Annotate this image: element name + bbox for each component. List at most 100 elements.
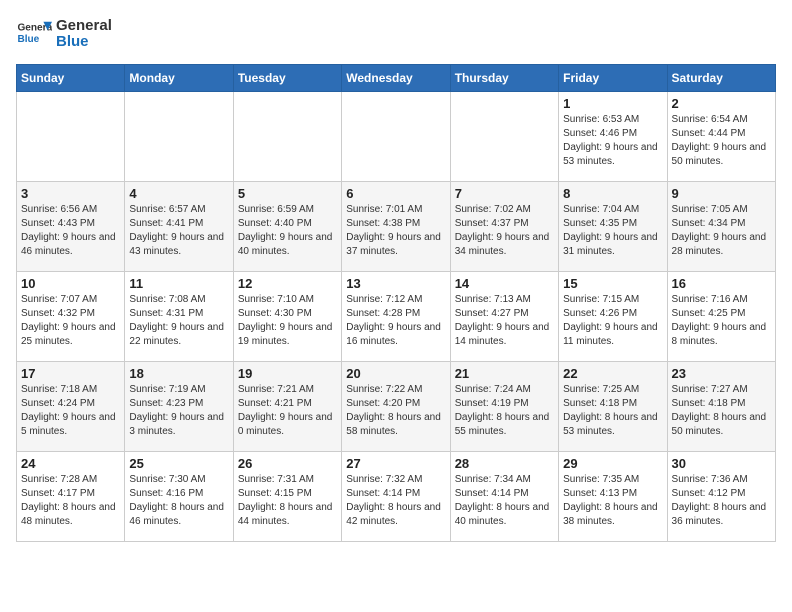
logo-icon: General Blue [16,16,52,52]
svg-text:Blue: Blue [17,34,39,45]
calendar-cell [125,92,233,182]
day-number: 7 [455,186,554,201]
calendar-cell: 15 Sunrise: 7:15 AM Sunset: 4:26 PM Dayli… [559,272,667,362]
calendar-week-row: 24Sunrise: 7:28 AM Sunset: 4:17 PM Dayli… [17,452,776,542]
calendar-cell: 18 Sunrise: 7:19 AM Sunset: 4:23 PM Dayli… [125,362,233,452]
calendar-cell [17,92,125,182]
calendar-cell: 25Sunrise: 7:30 AM Sunset: 4:16 PM Dayli… [125,452,233,542]
day-number: 1 [563,96,662,111]
calendar-cell: 23 Sunrise: 7:27 AM Sunset: 4:18 PM Dayli… [667,362,775,452]
calendar-cell: 9 Sunrise: 7:05 AM Sunset: 4:34 PM Daylig… [667,182,775,272]
weekday-header-saturday: Saturday [667,65,775,92]
calendar-cell: 12 Sunrise: 7:10 AM Sunset: 4:30 PM Dayli… [233,272,341,362]
day-number: 8 [563,186,662,201]
day-number: 15 [563,276,662,291]
day-info: Sunrise: 7:02 AM Sunset: 4:37 PM Dayligh… [455,203,554,259]
day-number: 4 [129,186,228,201]
day-info: Sunrise: 7:31 AM Sunset: 4:15 PM Dayligh… [238,473,337,529]
day-number: 29 [563,456,662,471]
day-number: 24 [21,456,120,471]
day-info: Sunrise: 7:05 AM Sunset: 4:34 PM Dayligh… [672,203,771,259]
calendar-week-row: 10 Sunrise: 7:07 AM Sunset: 4:32 PM Dayli… [17,272,776,362]
day-number: 10 [21,276,120,291]
calendar-cell: 27Sunrise: 7:32 AM Sunset: 4:14 PM Dayli… [342,452,450,542]
day-info: Sunrise: 7:25 AM Sunset: 4:18 PM Dayligh… [563,383,662,439]
day-info: Sunrise: 6:53 AM Sunset: 4:46 PM Dayligh… [563,113,662,169]
calendar-week-row: 17Sunrise: 7:18 AM Sunset: 4:24 PM Dayli… [17,362,776,452]
day-number: 11 [129,276,228,291]
day-number: 21 [455,366,554,381]
calendar-cell: 30 Sunrise: 7:36 AM Sunset: 4:12 PM Dayli… [667,452,775,542]
calendar-cell [233,92,341,182]
calendar-cell: 24Sunrise: 7:28 AM Sunset: 4:17 PM Dayli… [17,452,125,542]
day-info: Sunrise: 7:27 AM Sunset: 4:18 PM Dayligh… [672,383,771,439]
day-info: Sunrise: 7:07 AM Sunset: 4:32 PM Dayligh… [21,293,120,349]
calendar-cell [342,92,450,182]
calendar-cell: 28 Sunrise: 7:34 AM Sunset: 4:14 PM Dayli… [450,452,558,542]
day-number: 23 [672,366,771,381]
day-info: Sunrise: 6:57 AM Sunset: 4:41 PM Dayligh… [129,203,228,259]
day-info: Sunrise: 7:18 AM Sunset: 4:24 PM Dayligh… [21,383,120,439]
day-info: Sunrise: 7:22 AM Sunset: 4:20 PM Dayligh… [346,383,445,439]
calendar-cell: 19 Sunrise: 7:21 AM Sunset: 4:21 PM Dayli… [233,362,341,452]
calendar-cell: 17Sunrise: 7:18 AM Sunset: 4:24 PM Dayli… [17,362,125,452]
day-number: 2 [672,96,771,111]
day-info: Sunrise: 7:15 AM Sunset: 4:26 PM Dayligh… [563,293,662,349]
weekday-header-tuesday: Tuesday [233,65,341,92]
day-info: Sunrise: 7:10 AM Sunset: 4:30 PM Dayligh… [238,293,337,349]
weekday-header-friday: Friday [559,65,667,92]
day-info: Sunrise: 7:13 AM Sunset: 4:27 PM Dayligh… [455,293,554,349]
day-number: 18 [129,366,228,381]
day-info: Sunrise: 7:24 AM Sunset: 4:19 PM Dayligh… [455,383,554,439]
calendar-cell: 7 Sunrise: 7:02 AM Sunset: 4:37 PM Daylig… [450,182,558,272]
day-info: Sunrise: 7:08 AM Sunset: 4:31 PM Dayligh… [129,293,228,349]
calendar-cell: 4 Sunrise: 6:57 AM Sunset: 4:41 PM Daylig… [125,182,233,272]
day-number: 28 [455,456,554,471]
day-info: Sunrise: 7:34 AM Sunset: 4:14 PM Dayligh… [455,473,554,529]
day-number: 12 [238,276,337,291]
calendar-cell [450,92,558,182]
day-info: Sunrise: 7:36 AM Sunset: 4:12 PM Dayligh… [672,473,771,529]
day-number: 20 [346,366,445,381]
day-number: 5 [238,186,337,201]
day-info: Sunrise: 7:04 AM Sunset: 4:35 PM Dayligh… [563,203,662,259]
weekday-header-thursday: Thursday [450,65,558,92]
day-number: 14 [455,276,554,291]
weekday-header-monday: Monday [125,65,233,92]
day-number: 6 [346,186,445,201]
day-number: 22 [563,366,662,381]
day-info: Sunrise: 7:19 AM Sunset: 4:23 PM Dayligh… [129,383,228,439]
calendar-header-row: SundayMondayTuesdayWednesdayThursdayFrid… [17,65,776,92]
day-number: 30 [672,456,771,471]
day-info: Sunrise: 7:21 AM Sunset: 4:21 PM Dayligh… [238,383,337,439]
day-info: Sunrise: 7:12 AM Sunset: 4:28 PM Dayligh… [346,293,445,349]
calendar-cell: 1 Sunrise: 6:53 AM Sunset: 4:46 PM Daylig… [559,92,667,182]
calendar-cell: 22 Sunrise: 7:25 AM Sunset: 4:18 PM Dayli… [559,362,667,452]
day-info: Sunrise: 6:54 AM Sunset: 4:44 PM Dayligh… [672,113,771,169]
day-info: Sunrise: 7:30 AM Sunset: 4:16 PM Dayligh… [129,473,228,529]
day-info: Sunrise: 6:59 AM Sunset: 4:40 PM Dayligh… [238,203,337,259]
calendar-cell: 2 Sunrise: 6:54 AM Sunset: 4:44 PM Daylig… [667,92,775,182]
day-info: Sunrise: 7:01 AM Sunset: 4:38 PM Dayligh… [346,203,445,259]
day-info: Sunrise: 7:35 AM Sunset: 4:13 PM Dayligh… [563,473,662,529]
day-info: Sunrise: 7:32 AM Sunset: 4:14 PM Dayligh… [346,473,445,529]
calendar-cell: 21 Sunrise: 7:24 AM Sunset: 4:19 PM Dayli… [450,362,558,452]
day-info: Sunrise: 7:16 AM Sunset: 4:25 PM Dayligh… [672,293,771,349]
logo-line2: Blue [56,34,112,51]
calendar-cell: 10 Sunrise: 7:07 AM Sunset: 4:32 PM Dayli… [17,272,125,362]
weekday-header-sunday: Sunday [17,65,125,92]
calendar-week-row: 1 Sunrise: 6:53 AM Sunset: 4:46 PM Daylig… [17,92,776,182]
day-number: 13 [346,276,445,291]
day-number: 19 [238,366,337,381]
calendar-cell: 13 Sunrise: 7:12 AM Sunset: 4:28 PM Dayli… [342,272,450,362]
calendar-cell: 14 Sunrise: 7:13 AM Sunset: 4:27 PM Dayli… [450,272,558,362]
weekday-header-wednesday: Wednesday [342,65,450,92]
logo: General Blue General Blue [16,16,112,52]
calendar-cell: 6 Sunrise: 7:01 AM Sunset: 4:38 PM Daylig… [342,182,450,272]
day-number: 9 [672,186,771,201]
day-number: 3 [21,186,120,201]
day-number: 26 [238,456,337,471]
calendar-cell: 3Sunrise: 6:56 AM Sunset: 4:43 PM Daylig… [17,182,125,272]
page-header: General Blue General Blue [16,16,776,52]
logo-line1: General [56,18,112,35]
